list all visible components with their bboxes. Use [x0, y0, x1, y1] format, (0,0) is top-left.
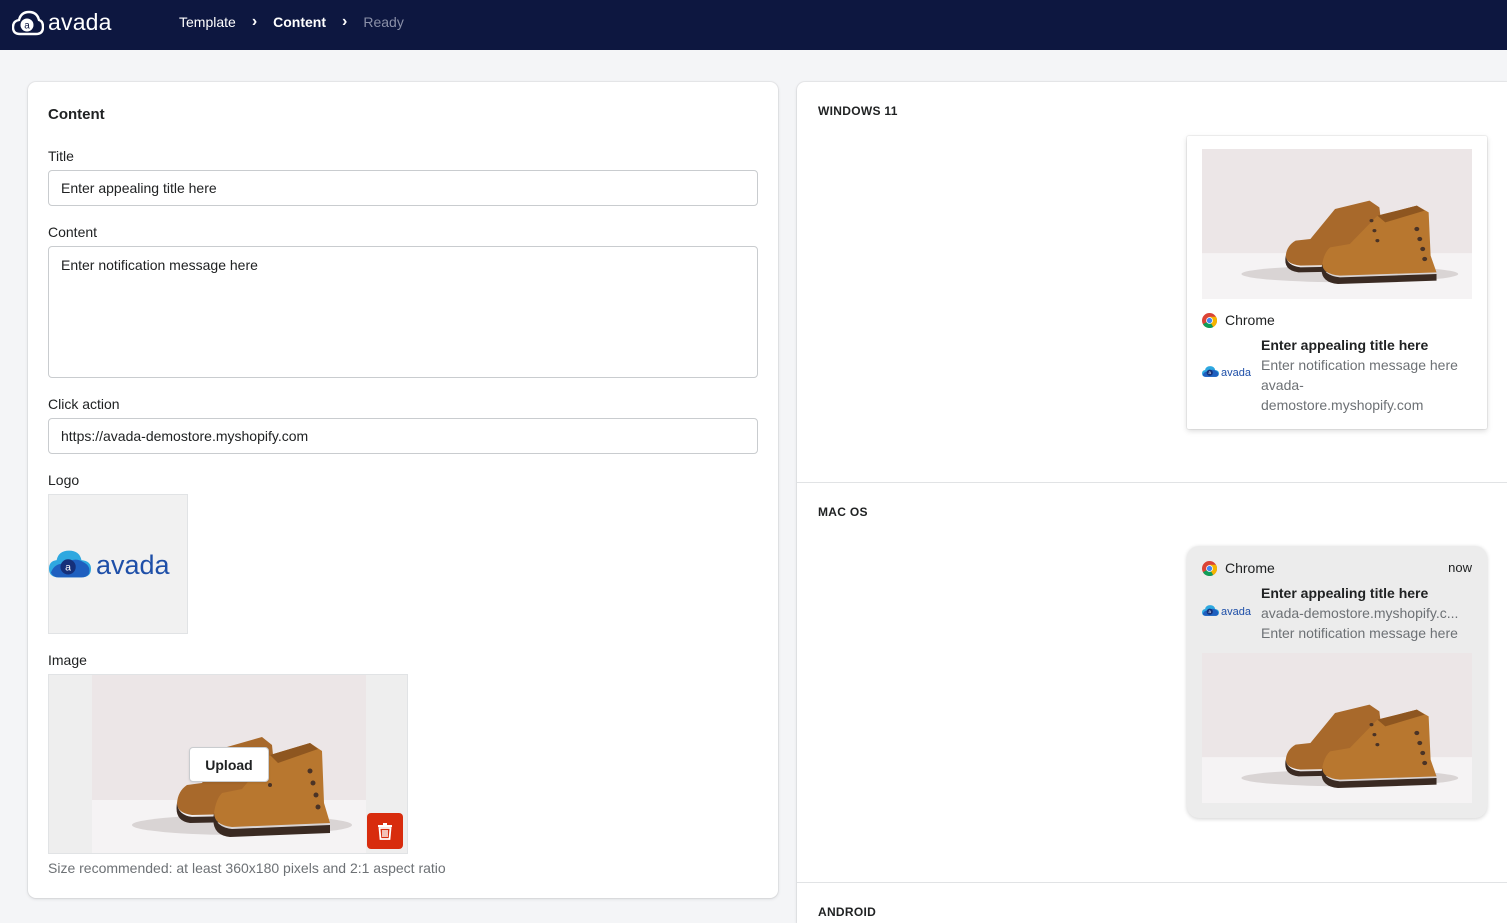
section-divider	[797, 882, 1507, 883]
mac-app-name: Chrome	[1225, 560, 1275, 576]
windows-notification-site-line2: demostore.myshopify.com	[1261, 397, 1424, 413]
svg-text:avada: avada	[1221, 367, 1252, 379]
content-heading: Content	[48, 106, 105, 123]
upload-button[interactable]: Upload	[189, 747, 269, 782]
logo-preview[interactable]: avada	[48, 494, 188, 634]
logo-label: Logo	[48, 472, 80, 488]
click-action-input[interactable]	[48, 418, 758, 454]
mac-notification-image	[1202, 653, 1472, 803]
image-size-hint: Size recommended: at least 360x180 pixel…	[48, 860, 446, 876]
mac-app-row: Chrome	[1202, 560, 1275, 576]
mac-section-title: MAC OS	[818, 505, 868, 519]
mac-notification-site: avada-demostore.myshopify.c...	[1261, 605, 1459, 621]
avada-logo-image: avada	[49, 550, 171, 580]
android-section-title: ANDROID	[818, 905, 877, 919]
brand-name: avada	[48, 9, 112, 35]
mac-notification-title: Enter appealing title here	[1261, 585, 1429, 601]
title-input[interactable]	[48, 170, 758, 206]
windows-app-row: Chrome	[1202, 312, 1275, 328]
breadcrumb-template[interactable]: Template	[179, 14, 236, 30]
windows-notification-site-line1: avada-	[1261, 377, 1304, 393]
mac-notification-time: now	[1448, 560, 1472, 575]
windows-notification-message: Enter notification message here	[1261, 357, 1458, 373]
mac-notification-logo: avada	[1202, 605, 1252, 618]
breadcrumb: Template › Content › Ready	[179, 0, 404, 44]
mac-notification-preview: Chrome now avada Enter appealing title h…	[1187, 546, 1487, 818]
windows-notification-image	[1202, 149, 1472, 299]
windows-app-name: Chrome	[1225, 312, 1275, 328]
breadcrumb-content[interactable]: Content	[273, 14, 326, 30]
chevron-right-icon: ›	[342, 13, 348, 30]
chrome-icon	[1202, 561, 1217, 576]
windows-notification-title: Enter appealing title here	[1261, 337, 1429, 353]
image-label: Image	[48, 652, 87, 668]
top-navigation-bar: a avada Template › Content › Ready	[0, 0, 1507, 50]
mac-notification-message: Enter notification message here	[1261, 625, 1458, 641]
breadcrumb-ready[interactable]: Ready	[363, 14, 403, 30]
avada-cloud-icon: a	[12, 10, 44, 35]
windows-notification-logo: avada	[1202, 366, 1252, 379]
logo-wordmark: avada	[96, 550, 171, 580]
delete-image-button[interactable]	[367, 813, 403, 849]
content-label: Content	[48, 224, 98, 240]
trash-icon	[378, 823, 392, 840]
windows-section-title: WINDOWS 11	[818, 104, 898, 118]
click-action-label: Click action	[48, 396, 120, 412]
brand-logo[interactable]: a avada	[12, 9, 112, 36]
image-preview[interactable]: Upload	[48, 674, 408, 854]
chevron-right-icon: ›	[251, 13, 258, 30]
preview-card: WINDOWS 11 Chrome avada Enter appealing …	[797, 82, 1507, 923]
chrome-icon	[1202, 313, 1217, 328]
content-textarea[interactable]: Enter notification message here	[48, 246, 758, 378]
svg-text:a: a	[24, 20, 30, 31]
content-form-card: Content Title Content Enter notification…	[28, 82, 778, 898]
section-divider	[797, 482, 1507, 483]
svg-text:avada: avada	[1221, 606, 1252, 618]
title-label: Title	[48, 148, 74, 164]
windows-notification-preview: Chrome avada Enter appealing title here …	[1187, 136, 1487, 429]
